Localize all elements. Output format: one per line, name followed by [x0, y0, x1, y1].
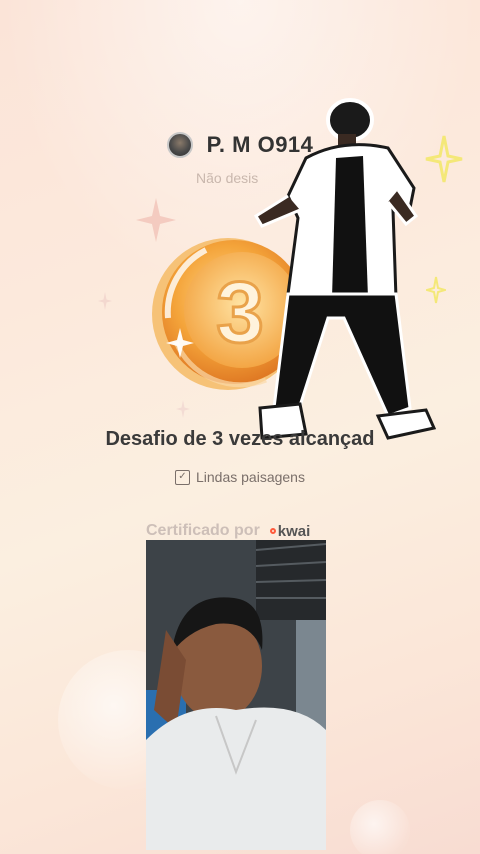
avatar[interactable] — [166, 132, 193, 158]
calendar-check-icon: ✓ — [175, 469, 190, 485]
certification-row: Certificado por kwai — [146, 520, 336, 542]
certified-by-label: Certificado por — [146, 522, 260, 539]
task-label: Lindas paisagens — [196, 469, 305, 485]
kwai-logo-icon — [269, 528, 276, 534]
camera-video-overlay[interactable] — [146, 540, 326, 850]
sparkle-icon — [176, 400, 190, 418]
kwai-brand: kwai — [277, 522, 311, 540]
dancer-sticker — [253, 98, 437, 440]
task-label-row: ✓ Lindas paisagens — [0, 469, 480, 485]
achievement-title: Desafio de 3 vezes alcançad — [105, 428, 375, 450]
background-orb — [350, 800, 410, 854]
sparkle-icon — [98, 292, 112, 310]
kwai-logo: kwai — [269, 522, 311, 540]
